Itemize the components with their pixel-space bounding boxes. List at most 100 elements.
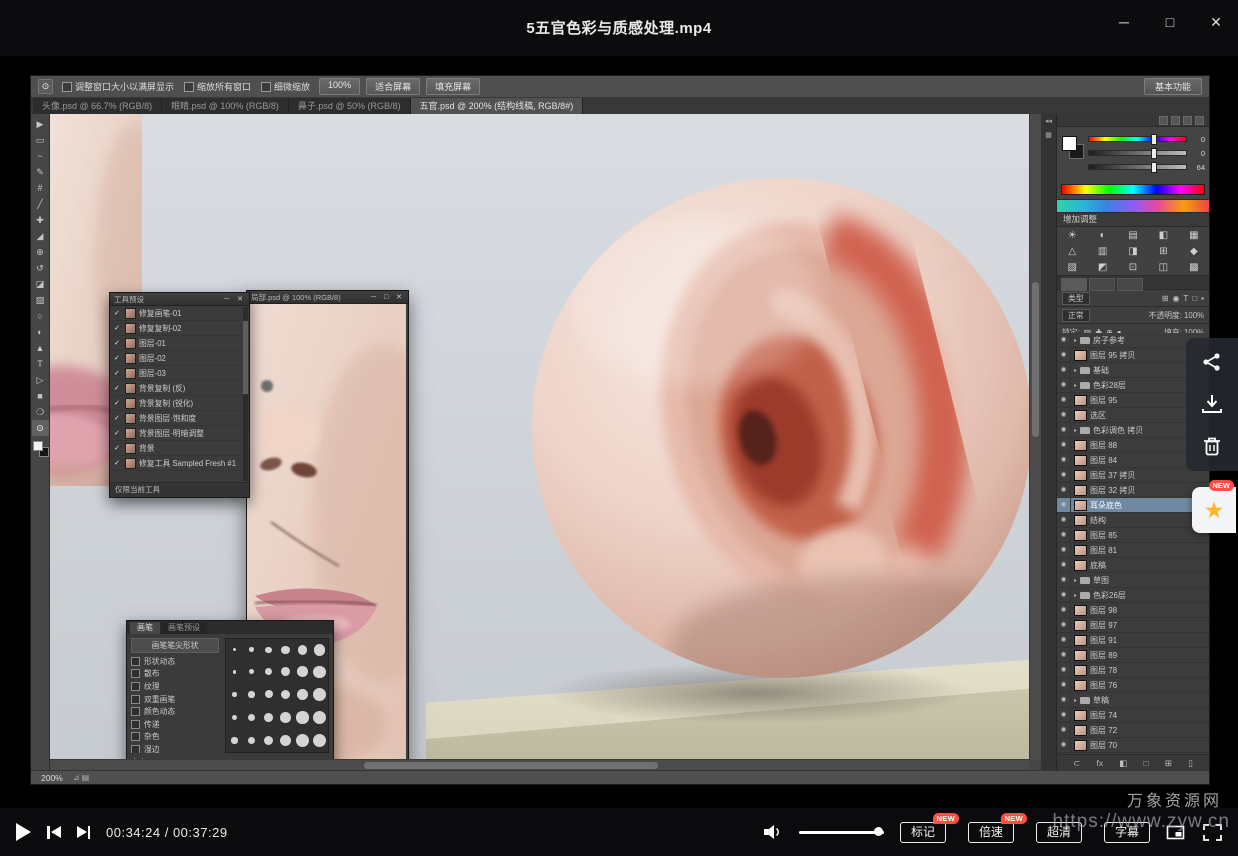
- expand-icon[interactable]: ▸: [1074, 337, 1077, 344]
- gradient-tool-icon[interactable]: ▨: [32, 292, 49, 308]
- player-button-1[interactable]: 倍速NEW: [968, 822, 1014, 843]
- brush-tip[interactable]: [248, 737, 256, 745]
- eye-icon[interactable]: ◉: [1057, 423, 1071, 437]
- eye-icon[interactable]: ◉: [1057, 603, 1071, 617]
- color-spectrum-bar[interactable]: [1061, 184, 1205, 195]
- color-slider[interactable]: [1088, 164, 1187, 170]
- layer-row[interactable]: ◉▸草稿: [1057, 693, 1209, 708]
- zoom-level[interactable]: 200%: [41, 773, 63, 783]
- brush-tip[interactable]: [281, 667, 290, 676]
- eye-icon[interactable]: ◉: [1057, 393, 1071, 407]
- expand-icon[interactable]: ▸: [1074, 427, 1077, 434]
- adjustment-icon[interactable]: △: [1068, 246, 1076, 257]
- brush-tip[interactable]: [314, 644, 326, 656]
- brush-tip-shape-button[interactable]: 画笔笔尖形状: [131, 638, 219, 653]
- preset-item[interactable]: ✓背景图层·明暗调整: [110, 426, 242, 441]
- adjustment-icon[interactable]: ◩: [1098, 262, 1107, 273]
- layer-row[interactable]: ◉图层 78: [1057, 663, 1209, 678]
- workspace-button[interactable]: 基本功能: [1144, 78, 1202, 95]
- brush-option[interactable]: 纹理: [131, 680, 221, 693]
- canvas-vertical-scrollbar[interactable]: [1029, 114, 1041, 760]
- filter-icon[interactable]: ⊞: [1162, 294, 1169, 303]
- eye-icon[interactable]: ◉: [1057, 618, 1071, 632]
- layer-row[interactable]: ◉图层 89: [1057, 648, 1209, 663]
- brush-tip[interactable]: [297, 689, 308, 700]
- adjustment-icon[interactable]: ⊞: [1159, 246, 1167, 257]
- volume-slider[interactable]: [799, 831, 884, 834]
- eye-icon[interactable]: ◉: [1057, 348, 1071, 362]
- panel-footer-icon[interactable]: ⊞: [1165, 758, 1172, 769]
- document-tab-0[interactable]: 头像.psd @ 66.7% (RGB/8): [33, 98, 162, 114]
- previous-button[interactable]: [47, 826, 61, 839]
- history-brush-tool-icon[interactable]: ↺: [32, 260, 49, 276]
- brush-tip[interactable]: [281, 646, 289, 654]
- layer-row[interactable]: ◉底稿: [1057, 558, 1209, 573]
- color-slider[interactable]: [1088, 136, 1187, 142]
- blur-tool-icon[interactable]: ○: [32, 308, 49, 324]
- layer-row[interactable]: ◉图层 97: [1057, 618, 1209, 633]
- brush-tip[interactable]: [265, 668, 272, 675]
- adjustment-icon[interactable]: ◫: [1159, 262, 1168, 273]
- eye-icon[interactable]: ◉: [1057, 708, 1071, 722]
- brush-tip[interactable]: [265, 647, 271, 653]
- expand-icon[interactable]: ▸: [1074, 382, 1077, 389]
- eye-icon[interactable]: ◉: [1057, 558, 1071, 572]
- preset-item[interactable]: ✓背景复制 (锐化): [110, 396, 242, 411]
- eye-icon[interactable]: ◉: [1057, 723, 1071, 737]
- shape-tool-icon[interactable]: ■: [32, 388, 49, 404]
- dodge-tool-icon[interactable]: ◐: [32, 324, 49, 340]
- maximize-button[interactable]: □: [1158, 14, 1182, 31]
- eye-icon[interactable]: ◉: [1057, 438, 1071, 452]
- eye-icon[interactable]: ◉: [1057, 693, 1071, 707]
- panel-collapse-strip[interactable]: ◂◂ ▦: [1041, 114, 1057, 771]
- eye-icon[interactable]: ◉: [1057, 528, 1071, 542]
- brush-tip[interactable]: [313, 666, 325, 678]
- brush-tip[interactable]: [231, 737, 237, 743]
- color-swatches[interactable]: [32, 440, 49, 457]
- next-button[interactable]: [77, 826, 91, 839]
- adjustment-icon[interactable]: ◐: [1100, 230, 1106, 241]
- brush-tip[interactable]: [233, 670, 237, 674]
- zoom-option-2[interactable]: 细微缩放: [261, 80, 310, 93]
- eye-icon[interactable]: ◉: [1057, 738, 1071, 752]
- layer-row[interactable]: ◉图层 72: [1057, 723, 1209, 738]
- adjustment-icon[interactable]: ▤: [1128, 230, 1137, 241]
- layer-row[interactable]: ◉图层 70: [1057, 738, 1209, 753]
- preset-item[interactable]: ✓背景: [110, 441, 242, 456]
- slider-knob[interactable]: [1151, 148, 1157, 159]
- brush-tip[interactable]: [233, 648, 236, 651]
- eye-icon[interactable]: ◉: [1057, 543, 1071, 557]
- expand-icon[interactable]: ▸: [1074, 367, 1077, 374]
- brush-tip[interactable]: [265, 690, 273, 698]
- preset-item[interactable]: ✓图层-01: [110, 336, 242, 351]
- download-icon[interactable]: [1201, 394, 1223, 414]
- filter-icon[interactable]: ◉: [1172, 294, 1179, 303]
- eraser-tool-icon[interactable]: ◪: [32, 276, 49, 292]
- expand-icon[interactable]: ▸: [1074, 697, 1077, 704]
- eye-icon[interactable]: ◉: [1057, 483, 1071, 497]
- preset-item[interactable]: ✓图层-02: [110, 351, 242, 366]
- brush-option[interactable]: 双重画笔: [131, 693, 221, 706]
- clone-stamp-tool-icon[interactable]: ⊕: [32, 244, 49, 260]
- brush-option[interactable]: 形状动态: [131, 655, 221, 668]
- preset-footer[interactable]: 仅限当前工具: [110, 482, 249, 497]
- document-tab-1[interactable]: 眼睛.psd @ 100% (RGB/8): [162, 98, 289, 114]
- preset-panel-buttons[interactable]: ─ ✕: [224, 293, 246, 306]
- filter-icon[interactable]: ▪: [1201, 294, 1204, 303]
- trash-icon[interactable]: [1202, 436, 1222, 457]
- document-tab-2[interactable]: 鼻子.psd @ 50% (RGB/8): [289, 98, 411, 114]
- color-slider[interactable]: [1088, 150, 1187, 156]
- lasso-tool-icon[interactable]: ~: [32, 148, 49, 164]
- eye-icon[interactable]: ◉: [1057, 573, 1071, 587]
- preset-item[interactable]: ✓修复工具 Sampled Fresh #1: [110, 456, 242, 471]
- zoom-action-button-0[interactable]: 100%: [319, 78, 360, 95]
- swatches-strip[interactable]: [1057, 200, 1209, 213]
- blend-mode-select[interactable]: 正常: [1062, 309, 1090, 322]
- layer-row[interactable]: ◉图层 76: [1057, 678, 1209, 693]
- brush-tip[interactable]: [313, 734, 326, 747]
- eye-icon[interactable]: ◉: [1057, 588, 1071, 602]
- adjustment-icon[interactable]: ▥: [1098, 246, 1107, 257]
- brush-tip[interactable]: [232, 692, 237, 697]
- eye-icon[interactable]: ◉: [1057, 498, 1071, 512]
- adjustment-icon[interactable]: ▦: [1189, 230, 1198, 241]
